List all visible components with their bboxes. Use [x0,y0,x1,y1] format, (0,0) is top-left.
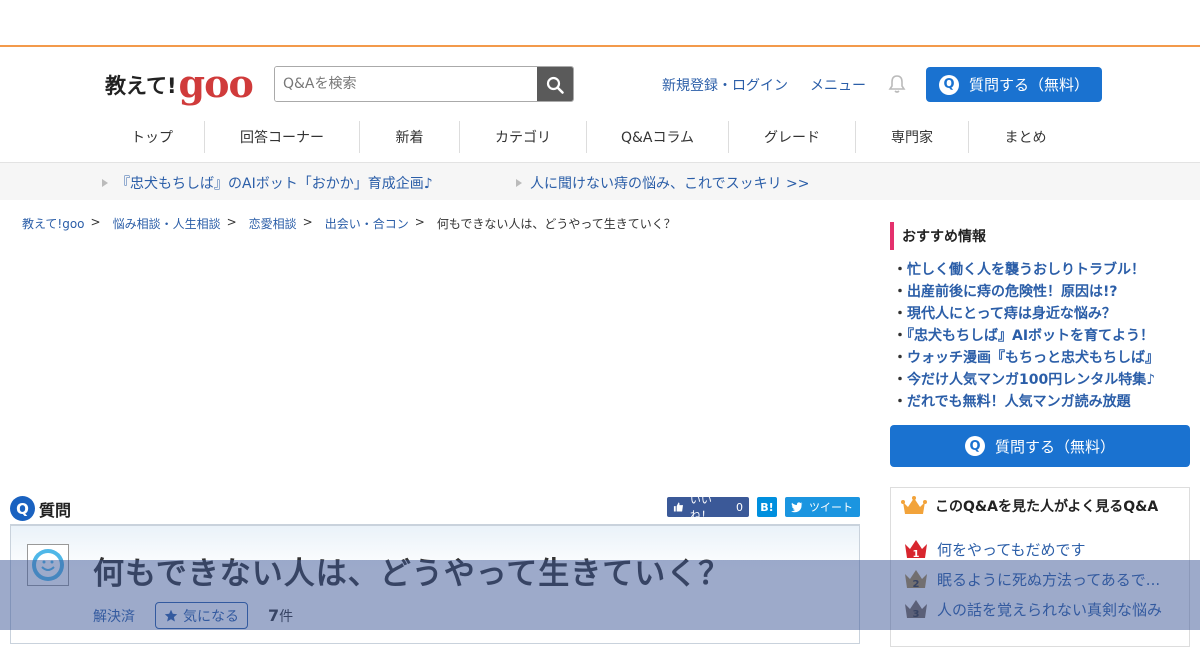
recommend-item[interactable]: 現代人にとって痔は身近な悩み？ [893,303,1159,325]
hatena-bookmark-button[interactable]: B! [757,497,777,517]
ranking-item-title: 何をやってもだめです [937,540,1086,559]
breadcrumb-link[interactable]: 教えて!goo [22,215,85,232]
breadcrumb-separator: > [302,215,313,229]
sidebar-ask-button[interactable]: Q 質問する（無料） [890,425,1190,467]
tweet-button[interactable]: ツイート [785,497,860,517]
search-box [274,66,574,102]
promo-link[interactable]: 『忠犬もちしば』のAIボット「おかか」育成企画♪ [102,173,433,193]
register-login-link[interactable]: 新規登録・ログイン [662,75,788,95]
like-label: いいね！ [689,493,712,522]
ranking-item[interactable]: 1 何をやってもだめです [903,538,1086,560]
recommend-item[interactable]: ウォッチ漫画『もちっと忠犬もちしば』 [893,347,1159,369]
nav-item[interactable]: Q&Aコラム [587,121,729,153]
sidebar-ask-label: 質問する（無料） [994,437,1115,456]
breadcrumb-separator: > [226,215,237,229]
breadcrumb-current: 何もできない人は、どうやって生きていく？ [436,217,676,231]
nav-item[interactable]: まとめ [969,121,1082,153]
triangle-right-icon [102,179,108,187]
breadcrumb-link[interactable]: 恋愛相談 [249,215,297,232]
breadcrumb-separator: > [414,215,425,229]
recommend-item[interactable]: 『忠犬もちしば』AIボットを育てよう！ [893,325,1159,347]
question-icon: Q [10,496,35,521]
logo-text: 教えて! [105,74,177,98]
ranking-title: このQ&Aを見た人がよく見るQ&A [935,499,1159,515]
rank-1-crown-icon: 1 [905,540,927,560]
recommend-item[interactable]: だれでも無料！人気マンガ読み放題 [893,391,1159,413]
ranking-header: このQ&Aを見た人がよく見るQ&A [901,496,1158,516]
question-icon: Q [964,436,985,456]
breadcrumb-link[interactable]: 出会い・合コン [325,215,409,232]
promo-link-label: 『忠犬もちしば』のAIボット「おかか」育成企画♪ [116,176,433,192]
like-count: 0 [736,500,743,514]
recommend-list: 忙しく働く人を襲うおしりトラブル！ 出産前後に痔の危険性！原因は!? 現代人にと… [893,259,1159,413]
nav-item[interactable]: 新着 [360,121,460,153]
bell-icon[interactable] [886,73,908,99]
hatena-label: B! [760,500,774,514]
menu-link[interactable]: メニュー [810,75,866,95]
logo-brand: goo [178,61,254,106]
promo-link-label: 人に聞けない痔の悩み、これでスッキリ >> [530,176,810,192]
triangle-right-icon [516,179,522,187]
ask-question-label: 質問する（無料） [968,76,1089,94]
search-button[interactable] [537,67,573,101]
nav-item[interactable]: グレード [729,121,856,153]
main-nav: トップ 回答コーナー 新着 カテゴリ Q&Aコラム グレード 専門家 まとめ [100,121,1082,153]
top-ad-bar [0,0,1200,47]
nav-item[interactable]: 回答コーナー [205,121,360,153]
twitter-icon [791,501,803,512]
promo-link[interactable]: 人に聞けない痔の悩み、これでスッキリ >> [516,173,810,193]
search-icon [546,76,564,94]
like-button[interactable]: いいね！ 0 [667,493,749,522]
recommend-item[interactable]: 忙しく働く人を襲うおしりトラブル！ [893,259,1159,281]
recommend-title: おすすめ情報 [890,222,1190,250]
search-input[interactable] [275,67,537,101]
crown-icon [901,496,927,514]
question-label: Q 質問 [10,496,71,521]
nav-item[interactable]: トップ [100,121,205,153]
nav-item[interactable]: カテゴリ [460,121,587,153]
breadcrumb: 教えて!goo > 悩み相談・人生相談 > 恋愛相談 > 出会い・合コン > 何もできな… [22,215,676,232]
question-label-text: 質問 [39,500,72,520]
recommend-item[interactable]: 出産前後に痔の危険性！原因は!? [893,281,1159,303]
breadcrumb-separator: > [90,215,101,229]
svg-text:1: 1 [913,549,920,560]
promo-bar: 『忠犬もちしば』のAIボット「おかか」育成企画♪ 人に聞けない痔の悩み、これでス… [0,163,1200,200]
breadcrumb-link[interactable]: 悩み相談・人生相談 [113,215,221,232]
tweet-label: ツイート [809,501,853,514]
question-icon: Q [938,74,959,95]
site-header: 教えて! goo 新規登録・ログイン メニュー Q 質問する（無料） トップ 回… [0,49,1200,163]
header-links: 新規登録・ログイン メニュー [662,75,866,95]
thumbs-up-icon [673,502,684,512]
recommend-item[interactable]: 今だけ人気マンガ100円レンタル特集♪ [893,369,1159,391]
nav-item[interactable]: 専門家 [856,121,969,153]
site-logo[interactable]: 教えて! goo [105,59,254,106]
ask-question-button[interactable]: Q 質問する（無料） [926,67,1102,102]
bottom-overlay [0,560,1200,630]
